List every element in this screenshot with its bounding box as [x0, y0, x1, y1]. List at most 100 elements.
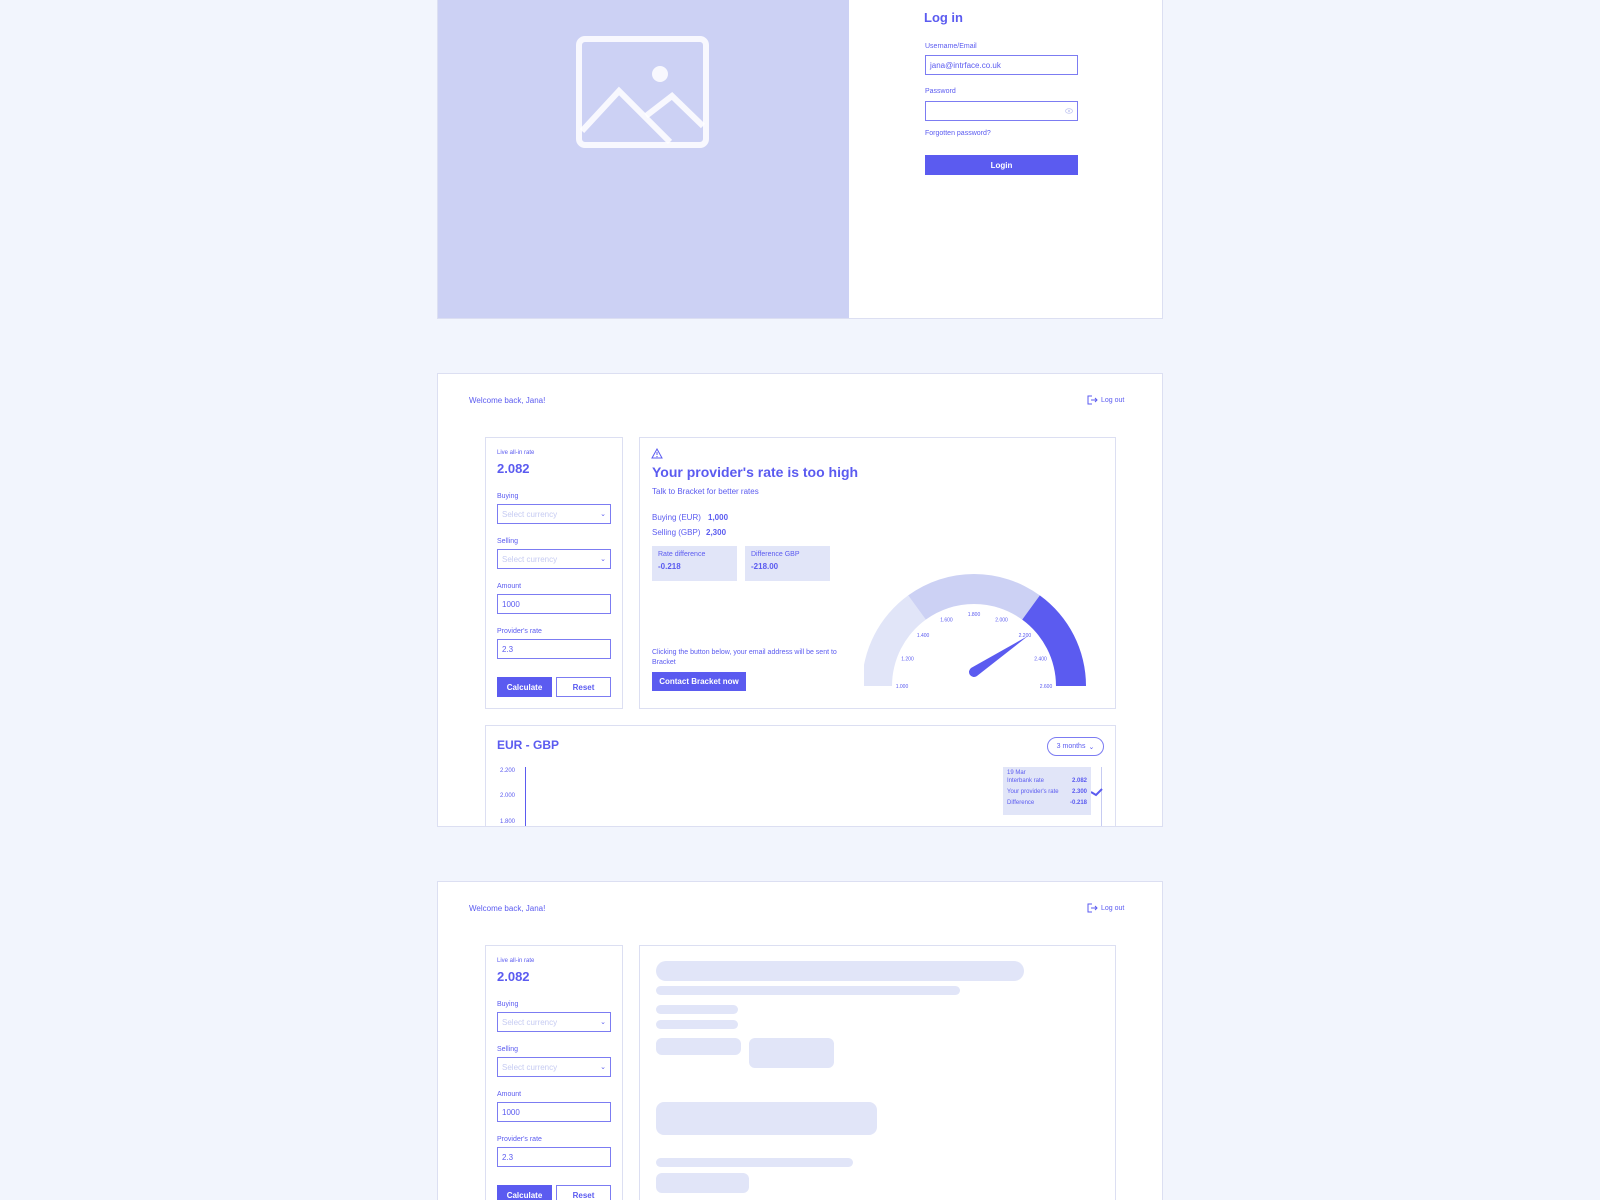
reset-button[interactable]: Reset: [556, 677, 611, 697]
amount-input[interactable]: 1000: [497, 1102, 611, 1122]
gauge-segment-high: [1022, 595, 1086, 686]
tooltip-value: 2.300: [1071, 789, 1087, 795]
calculator-panel: Live all-in rate 2.082 Buying Select cur…: [485, 945, 623, 1200]
username-input[interactable]: jana@intrface.co.uk: [925, 55, 1078, 75]
result-panel: Your provider's rate is too high Talk to…: [639, 437, 1116, 709]
difference-gbp-box: Difference GBP -218.00: [745, 546, 830, 581]
selling-summary-value: 2,300: [706, 528, 727, 537]
skeleton-box: [656, 1038, 741, 1055]
provider-rate-value: 2.3: [502, 644, 514, 654]
gauge-tick-label: 1.800: [968, 612, 981, 618]
login-title: Log in: [924, 10, 963, 25]
gauge-tick-label: 2.000: [995, 617, 1008, 623]
range-dropdown[interactable]: 3 months ⌄: [1047, 737, 1104, 756]
eye-icon[interactable]: [1065, 108, 1073, 114]
selling-label: Selling: [497, 1046, 519, 1053]
range-label: 3 months: [1056, 743, 1086, 750]
login-button[interactable]: Login: [925, 155, 1078, 175]
gauge-tick-label: 2.400: [1034, 656, 1047, 662]
chevron-down-icon: ⌄: [1088, 743, 1095, 751]
chevron-down-icon: ⌄: [600, 1064, 606, 1071]
gauge-segment-low: [864, 595, 926, 686]
chart-title: EUR - GBP: [497, 738, 560, 752]
contact-bracket-button[interactable]: Contact Bracket now: [652, 672, 746, 691]
skeleton-line: [656, 1005, 738, 1014]
username-value: jana@intrface.co.uk: [930, 60, 1001, 70]
dashboard-result-screen: Welcome back, Jana! Log out Live all-in …: [437, 373, 1163, 827]
password-label: Password: [925, 88, 956, 95]
calculate-button[interactable]: Calculate: [497, 1185, 552, 1200]
gauge-tick-label: 1.000: [896, 684, 909, 690]
buying-placeholder: Select currency: [502, 1017, 558, 1027]
tooltip-label: Your provider's rate: [1007, 789, 1059, 795]
selling-select[interactable]: Select currency ⌄: [497, 549, 611, 569]
amount-input[interactable]: 1000: [497, 594, 611, 614]
welcome-text: Welcome back, Jana!: [469, 396, 546, 405]
provider-rate-value: 2.3: [502, 1152, 514, 1162]
provider-rate-label: Provider's rate: [497, 628, 542, 635]
selling-select[interactable]: Select currency ⌄: [497, 1057, 611, 1077]
dashboard-loading-screen: Welcome back, Jana! Log out Live all-in …: [437, 881, 1163, 1200]
skeleton-title: [656, 961, 1024, 981]
tooltip-value: -0.218: [1069, 800, 1087, 806]
chart-tooltip: 19 Mar Interbank rate 2.082 Your provider…: [1003, 767, 1091, 815]
reset-button[interactable]: Reset: [556, 1185, 611, 1200]
y-tick-label: 2.200: [500, 768, 516, 774]
result-panel-skeleton: [639, 945, 1116, 1200]
logout-label: Log out: [1101, 396, 1125, 404]
provider-rate-label: Provider's rate: [497, 1136, 542, 1143]
buying-summary-label: Buying (EUR): [652, 513, 701, 522]
skeleton-block: [656, 1102, 877, 1135]
buying-label: Buying: [497, 493, 519, 500]
chevron-down-icon: ⌄: [600, 511, 606, 518]
live-rate-value: 2.082: [497, 969, 530, 984]
difference-gbp-value: -218.00: [751, 562, 779, 571]
alert-subtitle: Talk to Bracket for better rates: [652, 487, 759, 496]
logout-button[interactable]: Log out: [1087, 903, 1124, 913]
amount-label: Amount: [497, 583, 522, 590]
hero-image-placeholder: [438, 0, 849, 318]
username-label: Username/Email: [925, 43, 977, 50]
buying-placeholder: Select currency: [502, 509, 558, 519]
skeleton-subtitle: [656, 986, 960, 995]
rate-difference-box: Rate difference -0.218: [652, 546, 737, 581]
skeleton-line: [656, 1020, 738, 1029]
buying-select[interactable]: Select currency ⌄: [497, 504, 611, 524]
logout-button[interactable]: Log out: [1087, 395, 1124, 405]
forgot-password-link[interactable]: Forgotten password?: [925, 130, 991, 137]
gauge-tick-label: 1.200: [901, 656, 914, 662]
buying-select[interactable]: Select currency ⌄: [497, 1012, 611, 1032]
selling-placeholder: Select currency: [502, 1062, 558, 1072]
tooltip-label: Interbank rate: [1007, 778, 1045, 784]
tooltip-row: Difference -0.218: [1007, 798, 1087, 809]
password-input[interactable]: [925, 101, 1078, 121]
y-tick-label: 2.000: [500, 793, 516, 799]
calculate-button[interactable]: Calculate: [497, 677, 552, 697]
rate-difference-value: -0.218: [658, 562, 681, 571]
tooltip-label: Difference: [1007, 800, 1035, 806]
skeleton-button: [656, 1173, 749, 1193]
rate-difference-label: Rate difference: [658, 551, 706, 558]
chevron-down-icon: ⌄: [600, 556, 606, 563]
rate-chart-panel: EUR - GBP 3 months ⌄ 2.200 2.000 1.800 1…: [485, 725, 1116, 826]
amount-value: 1000: [502, 1107, 520, 1117]
gauge-tick-label: 1.400: [917, 633, 930, 639]
live-rate-value: 2.082: [497, 461, 530, 476]
chevron-down-icon: ⌄: [600, 1019, 606, 1026]
warning-icon: [651, 448, 663, 459]
tooltip-value: 2.082: [1071, 778, 1087, 784]
selling-placeholder: Select currency: [502, 554, 558, 564]
login-screen: Log in Username/Email jana@intrface.co.u…: [437, 0, 1163, 319]
difference-gbp-label: Difference GBP: [751, 551, 800, 558]
amount-label: Amount: [497, 1091, 522, 1098]
y-tick-label: 1.800: [500, 819, 516, 825]
rate-gauge: 1.0001.2001.4001.6001.8002.0002.2002.400…: [864, 574, 1086, 690]
provider-rate-input[interactable]: 2.3: [497, 1147, 611, 1167]
live-rate-label: Live all-in rate: [497, 958, 535, 964]
selling-summary-label: Selling (GBP): [652, 528, 701, 537]
logout-icon: [1087, 395, 1098, 405]
buying-label: Buying: [497, 1001, 519, 1008]
provider-rate-input[interactable]: 2.3: [497, 639, 611, 659]
image-icon: [576, 36, 709, 148]
logout-icon: [1087, 903, 1098, 913]
